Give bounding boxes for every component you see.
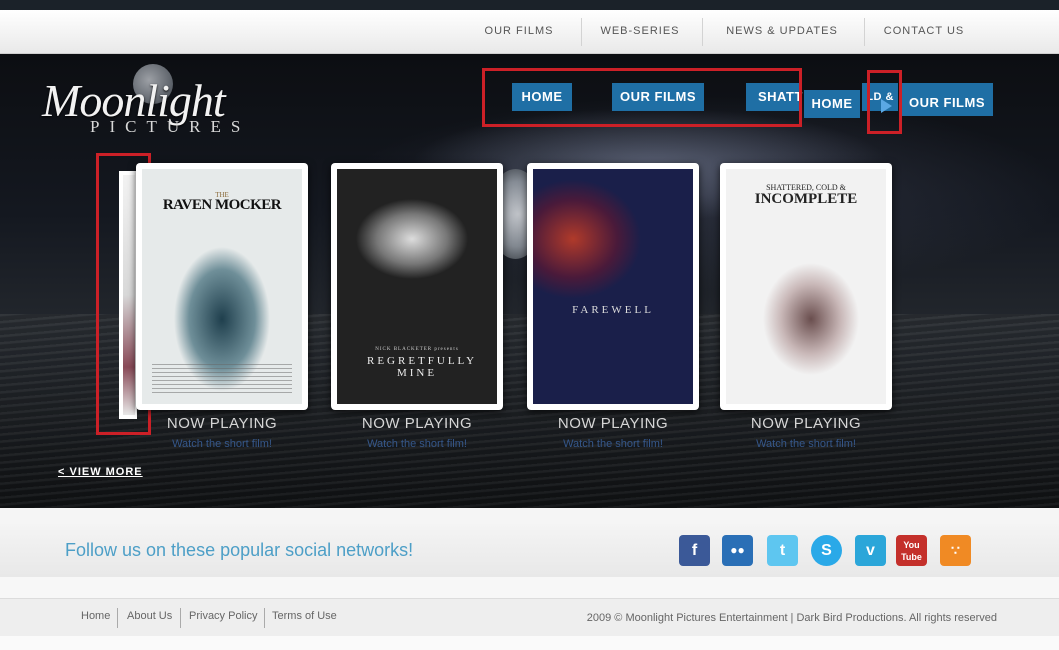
- myspace-icon[interactable]: ●●: [722, 535, 753, 566]
- footer-divider: [264, 608, 265, 628]
- film-status: NOW PLAYING: [557, 415, 669, 432]
- footer-divider: [180, 608, 181, 628]
- nav-divider: [864, 18, 865, 46]
- rss-icon[interactable]: ∵: [940, 535, 971, 566]
- footer-link-terms[interactable]: Terms of Use: [272, 610, 337, 622]
- highlight-box: [867, 70, 902, 134]
- footer-link-privacy[interactable]: Privacy Policy: [189, 610, 257, 622]
- watch-film-link[interactable]: Watch the short film!: [331, 438, 503, 450]
- logo-subtitle: PICTURES: [90, 117, 251, 136]
- footer: Home About Us Privacy Policy Terms of Us…: [0, 598, 1059, 637]
- poster-title: REGRETFULLY MINE: [367, 355, 478, 379]
- partial-poster: [119, 171, 137, 419]
- poster-title: INCOMPLETE: [754, 191, 858, 207]
- top-navigation: OUR FILMS WEB-SERIES NEWS & UPDATES CONT…: [0, 10, 1059, 54]
- twitter-icon[interactable]: t: [767, 535, 798, 566]
- footer-link-about[interactable]: About Us: [127, 610, 172, 622]
- highlight-box: [482, 68, 802, 127]
- poster-kicker: NICK BLACKETER presents: [375, 347, 459, 352]
- watch-film-link[interactable]: Watch the short film!: [527, 438, 699, 450]
- poster-title: FAREWELL: [572, 304, 654, 316]
- hero-banner: Moonlight PICTURES HOME OUR FILMS SHATT …: [0, 54, 1059, 508]
- nav-divider: [581, 18, 582, 46]
- facebook-icon[interactable]: f: [679, 535, 710, 566]
- youtube-icon[interactable]: You Tube: [896, 535, 927, 566]
- footer-divider: [117, 608, 118, 628]
- film-poster-shattered-cold-incomplete[interactable]: SHATTERED, COLD & INCOMPLETE: [720, 163, 892, 410]
- watch-film-link[interactable]: Watch the short film!: [720, 438, 892, 450]
- copyright-text: 2009 © Moonlight Pictures Entertainment …: [586, 612, 997, 624]
- watch-film-link[interactable]: Watch the short film!: [136, 438, 308, 450]
- film-poster-regretfully-mine[interactable]: NICK BLACKETER presents REGRETFULLY MINE: [331, 163, 503, 410]
- nav-our-films[interactable]: OUR FILMS: [478, 10, 560, 53]
- social-bar: Follow us on these popular social networ…: [0, 524, 1059, 577]
- film-poster-farewell[interactable]: FAREWELL: [527, 163, 699, 410]
- nav-news-updates[interactable]: NEWS & UPDATES: [722, 10, 842, 53]
- skype-icon[interactable]: S: [811, 535, 842, 566]
- film-status: NOW PLAYING: [361, 415, 473, 432]
- nav-web-series[interactable]: WEB-SERIES: [595, 10, 685, 53]
- site-logo[interactable]: Moonlight PICTURES: [42, 74, 250, 137]
- social-heading: Follow us on these popular social networ…: [65, 540, 414, 560]
- our-films-button-duplicate[interactable]: OUR FILMS: [901, 83, 993, 116]
- view-more-link[interactable]: < VIEW MORE: [58, 466, 143, 478]
- vimeo-icon[interactable]: v: [855, 535, 886, 566]
- footer-link-home[interactable]: Home: [81, 610, 110, 622]
- film-status: NOW PLAYING: [166, 415, 278, 432]
- home-button-duplicate[interactable]: HOME: [804, 90, 860, 118]
- poster-title: RAVEN MOCKER: [162, 197, 282, 213]
- nav-contact-us[interactable]: CONTACT US: [880, 10, 968, 53]
- spacer: [0, 577, 1059, 598]
- nav-divider: [702, 18, 703, 46]
- top-strip: [0, 0, 1059, 10]
- film-status: NOW PLAYING: [750, 415, 862, 432]
- spacer: [0, 508, 1059, 524]
- bottom-strip: [0, 636, 1059, 650]
- film-poster-raven-mocker[interactable]: THE RAVEN MOCKER: [136, 163, 308, 410]
